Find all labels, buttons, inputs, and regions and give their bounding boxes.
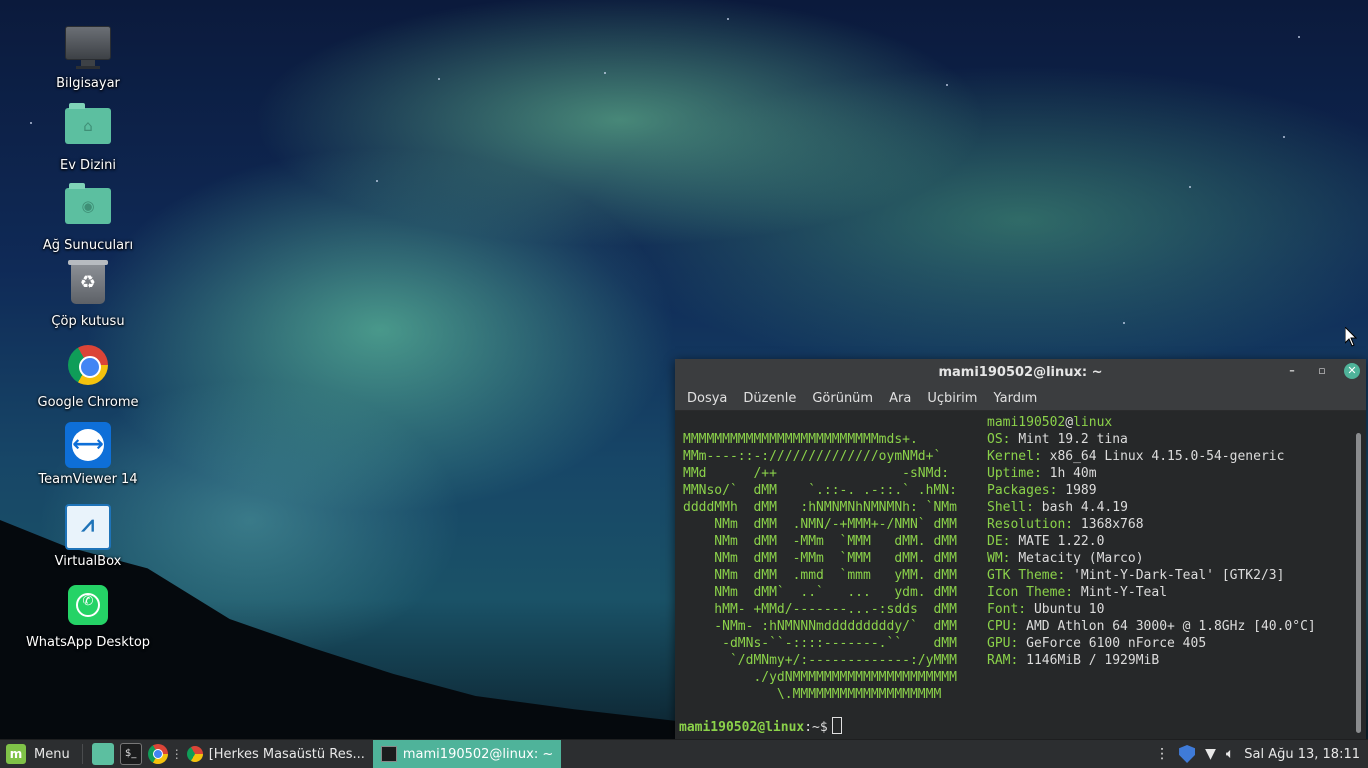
terminal-scrollbar[interactable]	[1356, 433, 1361, 733]
security-shield-icon[interactable]	[1179, 745, 1196, 763]
terminal-icon	[380, 746, 397, 762]
info-line: Uptime: 1h 40m	[987, 466, 1097, 481]
mouse-pointer-icon	[1344, 325, 1358, 351]
desktop-icon-trash[interactable]: ♻ Çöp kutusu	[18, 260, 158, 329]
info-line: CPU: AMD Athlon 64 3000+ @ 1.8GHz [40.0°…	[987, 619, 1316, 634]
desktop-icon-label: Çöp kutusu	[51, 314, 125, 329]
computer-icon	[65, 26, 111, 72]
desktop-icon-label: Google Chrome	[37, 395, 139, 410]
close-button[interactable]: ✕	[1344, 363, 1360, 379]
clock[interactable]: Sal Ağu 13, 18:11	[1244, 747, 1360, 762]
desktop-icon-whatsapp[interactable]: ✆ WhatsApp Desktop	[18, 582, 158, 650]
wifi-icon[interactable]: ▼	[1205, 746, 1216, 762]
desktop-icon-virtualbox[interactable]: ⩘ VirtualBox	[18, 502, 158, 569]
info-line: Kernel: x86_64 Linux 4.15.0-54-generic	[987, 449, 1285, 464]
mint-ascii-logo: MMMMMMMMMMMMMMMMMMMMMMMMMmds+. MMm----::…	[683, 432, 957, 702]
desktop-icon-label: VirtualBox	[54, 554, 122, 569]
volume-icon[interactable]: 🔈︎	[1226, 746, 1234, 762]
maximize-button[interactable]: ▫	[1314, 363, 1330, 379]
teamviewer-icon	[65, 422, 111, 468]
text-cursor	[831, 717, 842, 734]
desktop-icon-computer[interactable]: Bilgisayar	[18, 22, 158, 91]
info-line: Packages: 1989	[987, 483, 1097, 498]
desktop-icon-label: Ağ Sunucuları	[42, 238, 134, 253]
terminal-menubar: Dosya Düzenle Görünüm Ara Uçbirim Yardım	[675, 386, 1366, 411]
trash-icon: ♻	[65, 260, 111, 310]
files-launcher-icon[interactable]	[91, 743, 114, 765]
screenfetch-info: mami190502@linux OS: Mint 19.2 tina Kern…	[987, 414, 1316, 669]
whatsapp-icon: ✆	[65, 585, 111, 631]
chrome-launcher-icon[interactable]	[147, 744, 168, 764]
minimize-button[interactable]: –	[1284, 363, 1300, 379]
info-line: Icon Theme: Mint-Y-Teal	[987, 585, 1168, 600]
window-title: mami190502@linux: ~	[938, 365, 1103, 380]
desktop-icon-network[interactable]: ◉ Ağ Sunucuları	[18, 182, 158, 253]
panel-handle-icon[interactable]: ⋮	[171, 747, 183, 761]
prompt-path: :~$	[804, 720, 828, 735]
desktop-icon-label: TeamViewer 14	[38, 472, 138, 487]
menu-dosya[interactable]: Dosya	[679, 391, 735, 406]
shell-prompt[interactable]: mami190502@linux:~$	[679, 717, 842, 736]
linux-mint-icon: m	[6, 744, 26, 764]
bottom-panel: m Menu $_ ⋮ [Herkes Masaüstü Res... mami…	[0, 739, 1368, 768]
info-line: DE: MATE 1.22.0	[987, 534, 1105, 549]
menu-gorunum[interactable]: Görünüm	[804, 391, 881, 406]
info-line: RAM: 1146MiB / 1929MiB	[987, 653, 1160, 668]
taskbar-item-terminal[interactable]: mami190502@linux: ~	[372, 740, 562, 768]
desktop-icon-label: Ev Dizini	[60, 158, 116, 173]
prompt-user-host: mami190502@linux	[679, 720, 805, 735]
tray-handle-icon[interactable]: ⋮	[1155, 746, 1169, 762]
menu-button[interactable]: m Menu	[0, 740, 76, 768]
info-line: GPU: GeForce 6100 nForce 405	[987, 636, 1207, 651]
info-line: GTK Theme: 'Mint-Y-Dark-Teal' [GTK2/3]	[987, 568, 1285, 583]
taskbar-item-chrome[interactable]: [Herkes Masaüstü Res...	[179, 740, 373, 768]
desktop-icon-label: WhatsApp Desktop	[25, 635, 151, 650]
menu-button-label: Menu	[34, 746, 70, 762]
info-line: OS: Mint 19.2 tina	[987, 432, 1128, 447]
info-line: Shell: bash 4.4.19	[987, 500, 1128, 515]
virtualbox-icon: ⩘	[65, 504, 111, 550]
home-folder-icon: ⌂	[65, 103, 111, 154]
menu-ara[interactable]: Ara	[881, 391, 919, 406]
system-tray: ⋮ ▼ 🔈︎ Sal Ağu 13, 18:11	[1155, 745, 1368, 763]
user-host-line: mami190502@linux	[987, 415, 1113, 430]
info-line: Font: Ubuntu 10	[987, 602, 1105, 617]
chrome-icon	[186, 746, 203, 762]
info-line: Resolution: 1368x768	[987, 517, 1144, 532]
info-line: WM: Metacity (Marco)	[987, 551, 1144, 566]
menu-duzenle[interactable]: Düzenle	[735, 391, 804, 406]
desktop-icon-home[interactable]: ⌂ Ev Dizini	[18, 102, 158, 173]
terminal-output[interactable]: MMMMMMMMMMMMMMMMMMMMMMMMMmds+. MMm----::…	[675, 411, 1366, 740]
taskbar-item-label: [Herkes Masaüstü Res...	[208, 746, 365, 762]
window-titlebar[interactable]: mami190502@linux: ~ – ▫ ✕	[675, 359, 1366, 386]
desktop-icon-label: Bilgisayar	[56, 76, 120, 91]
panel-separator	[81, 744, 83, 764]
terminal-launcher-icon[interactable]: $_	[119, 743, 142, 765]
desktop-icon-teamviewer[interactable]: TeamViewer 14	[18, 422, 158, 487]
network-folder-icon: ◉	[65, 183, 111, 234]
taskbar-item-label: mami190502@linux: ~	[402, 746, 554, 762]
menu-yardim[interactable]: Yardım	[985, 391, 1045, 406]
desktop-icon-chrome[interactable]: Google Chrome	[18, 342, 158, 410]
menu-ucbirim[interactable]: Uçbirim	[919, 391, 985, 406]
terminal-window[interactable]: mami190502@linux: ~ – ▫ ✕ Dosya Düzenle …	[675, 359, 1366, 740]
chrome-icon	[65, 345, 111, 391]
